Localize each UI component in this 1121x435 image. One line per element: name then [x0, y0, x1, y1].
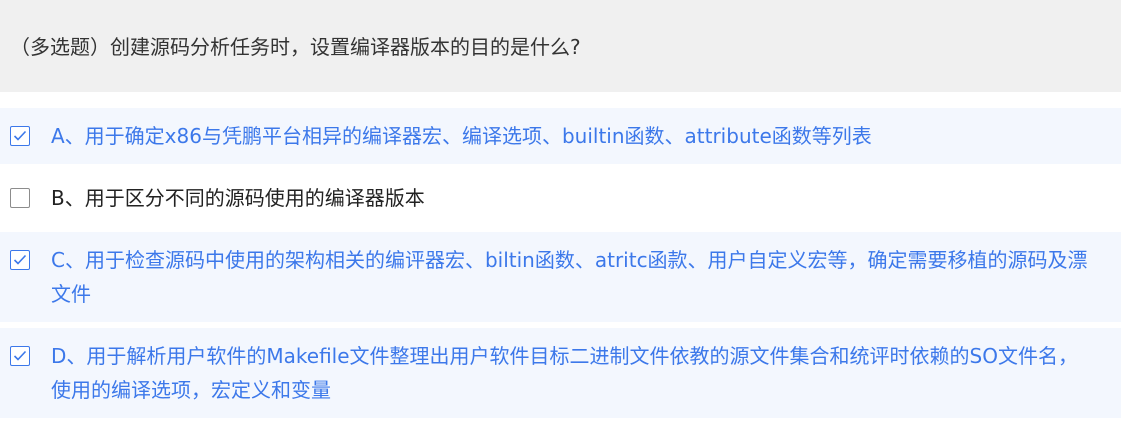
- option-b-label: B、用于区分不同的源码使用的编译器版本: [51, 186, 425, 210]
- option-d[interactable]: D、用于解析用户软件的Makefile文件整理出用户软件目标二进制文件依教的源文…: [0, 328, 1121, 418]
- option-c[interactable]: C、用于检查源码中使用的架构相关的编评器宏、biltin函数、atritc函款、…: [0, 232, 1121, 322]
- option-b[interactable]: B、用于区分不同的源码使用的编译器版本: [0, 170, 1121, 226]
- option-a[interactable]: A、用于确定x86与凭鹏平台相异的编译器宏、编译选项、builtin函数、att…: [0, 108, 1121, 164]
- checkmark-icon: [13, 254, 27, 265]
- option-d-label: D、用于解析用户软件的Makefile文件整理出用户软件目标二进制文件依教的源文…: [51, 344, 1078, 402]
- question-text: （多选题）创建源码分析任务时，设置编译器版本的目的是什么?: [10, 35, 581, 59]
- option-a-label: A、用于确定x86与凭鹏平台相异的编译器宏、编译选项、builtin函数、att…: [51, 124, 872, 148]
- option-d-checkbox[interactable]: [10, 346, 30, 366]
- checkmark-icon: [13, 350, 27, 361]
- checkmark-icon: [13, 130, 27, 141]
- question-panel: （多选题）创建源码分析任务时，设置编译器版本的目的是什么?: [0, 0, 1121, 92]
- option-c-checkbox[interactable]: [10, 250, 30, 270]
- options-list: A、用于确定x86与凭鹏平台相异的编译器宏、编译选项、builtin函数、att…: [0, 108, 1121, 424]
- option-a-checkbox[interactable]: [10, 126, 30, 146]
- option-b-checkbox[interactable]: [10, 188, 30, 208]
- option-c-label: C、用于检查源码中使用的架构相关的编评器宏、biltin函数、atritc函款、…: [51, 248, 1088, 306]
